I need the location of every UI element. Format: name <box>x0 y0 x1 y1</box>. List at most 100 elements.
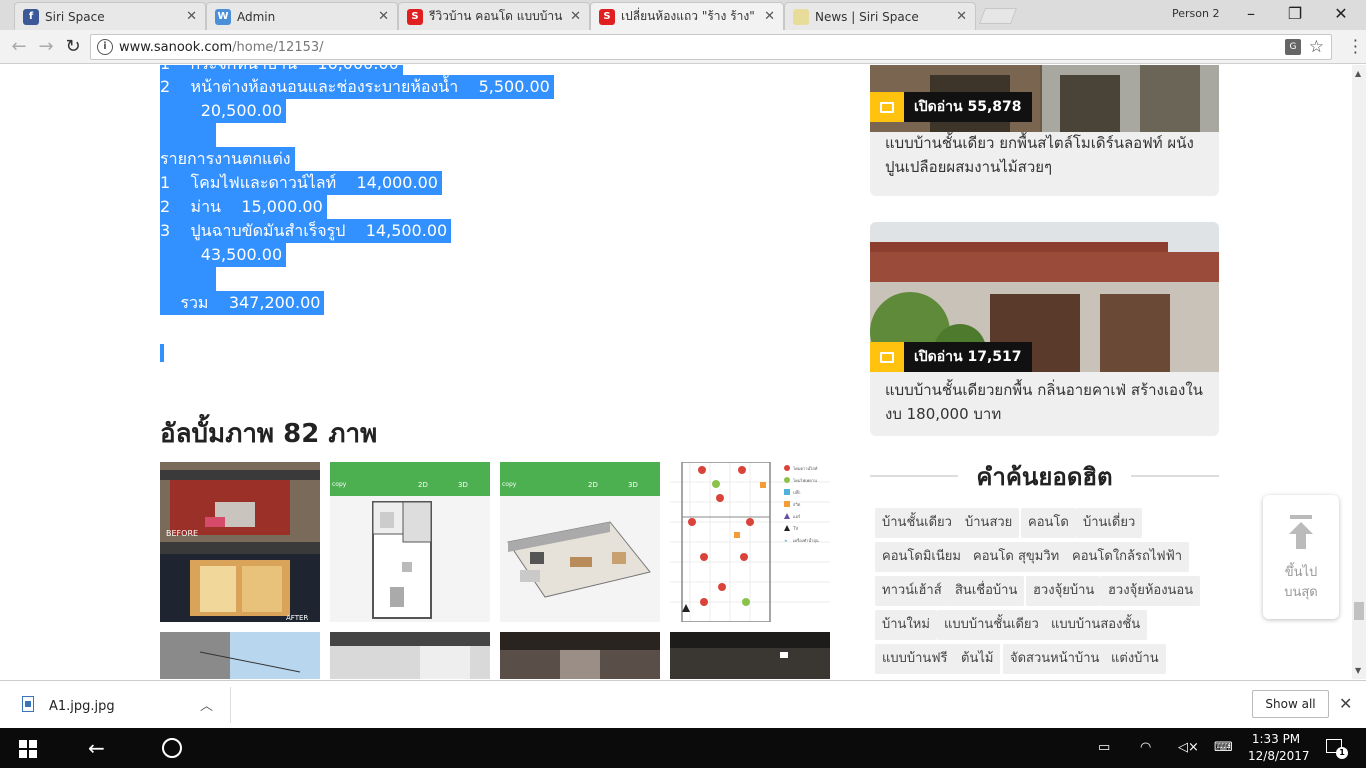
app-3d-label: 3D <box>458 481 468 489</box>
close-tab-icon[interactable]: ✕ <box>764 9 775 24</box>
system-clock[interactable]: 1:33 PM 12/8/2017 <box>1248 731 1310 765</box>
article-caption[interactable]: แบบบ้านชั้นเดียวยกพื้น กลิ่นอายคาเฟ่ สร้… <box>885 378 1207 426</box>
related-article-card[interactable]: เปิดอ่าน 17,517 แบบบ้านชั้นเดียวยกพื้น ก… <box>870 222 1219 436</box>
svg-text:★: ★ <box>784 538 788 543</box>
address-bar[interactable]: i www.sanook.com/home/12153/ G ☆ <box>90 34 1332 60</box>
tab-title: รีวิวบ้าน คอนโด แบบบ้าน แต่ง <box>429 9 564 23</box>
close-tab-icon[interactable]: ✕ <box>186 9 197 24</box>
article-line: 3 ปูนฉาบขัดมันสำเร็จรูป 14,500.00 <box>160 219 452 243</box>
page-scrollbar[interactable]: ▲ ▼ <box>1352 65 1366 679</box>
notification-center-icon[interactable]: 1 <box>1326 739 1348 759</box>
windows-start-icon[interactable] <box>19 740 37 758</box>
tab-title: Admin <box>237 9 276 24</box>
profile-label[interactable]: Person 2 <box>1172 7 1219 20</box>
tag-chip[interactable]: บ้านชั้นเดียว <box>875 508 959 538</box>
url-text[interactable]: www.sanook.com/home/12153/ <box>119 40 324 55</box>
text-selection-caret <box>160 344 164 362</box>
app-3d-label: 3D <box>628 481 638 489</box>
tab-siri-space[interactable]: f Siri Space ✕ <box>14 2 206 30</box>
related-article-card[interactable]: เปิดอ่าน 55,878 แบบบ้านชั้นเดียว ยกพื้นส… <box>870 65 1219 196</box>
tag-chip[interactable]: สินเชื่อบ้าน <box>948 576 1025 606</box>
tag-chip[interactable]: คอนโดมิเนียม <box>875 542 968 572</box>
page-icon <box>793 8 809 25</box>
reload-icon[interactable]: ↻ <box>62 36 84 57</box>
album-photo[interactable] <box>160 632 320 679</box>
album-photo-floorplan-3d[interactable]: copy 2D 3D <box>500 462 660 622</box>
tab-title: Siri Space <box>45 9 105 24</box>
translate-icon[interactable]: G <box>1285 39 1301 55</box>
facebook-icon: f <box>23 8 39 25</box>
tag-chip[interactable]: คอนโด <box>1021 508 1076 538</box>
page-content: 1 กระจกหน้าบ้าน 16,000.00 2 หน้าต่างห้อง… <box>0 65 1352 679</box>
tag-chip[interactable]: ต้นไม้ <box>954 644 1001 674</box>
new-tab-button[interactable] <box>979 8 1017 24</box>
legend-item: TV <box>792 526 798 531</box>
article-line: 20,500.00 <box>160 99 287 123</box>
show-all-button[interactable]: Show all <box>1252 690 1329 718</box>
wifi-icon[interactable]: ◠ <box>1140 740 1151 755</box>
back-to-top-label: บนสุด <box>1284 585 1318 600</box>
browser-toolbar: ← → ↻ i www.sanook.com/home/12153/ G ☆ ·… <box>0 30 1366 64</box>
article-line: 43,500.00 <box>160 243 287 267</box>
tag-chip[interactable]: บ้านเดี่ยว <box>1076 508 1143 538</box>
tab-news[interactable]: News | Siri Space ✕ <box>784 2 976 30</box>
tag-chip[interactable]: บ้านสวย <box>958 508 1020 538</box>
image-file-icon <box>22 696 34 712</box>
clock-time: 1:33 PM <box>1251 732 1301 746</box>
article-line: 1 โคมไฟและดาวน์ไลท์ 14,000.00 <box>160 171 442 195</box>
info-icon[interactable]: i <box>97 39 113 55</box>
after-label: AFTER <box>286 614 308 622</box>
download-shelf: A1.jpg.jpg ︿ Show all ✕ <box>0 680 1366 728</box>
close-shelf-icon[interactable]: ✕ <box>1339 694 1352 713</box>
tab-active-article[interactable]: S เปลี่ยนห้องแถว "ร้าง ร้าง" เป็น ✕ <box>590 2 784 30</box>
tab-strip: f Siri Space ✕ W Admin ✕ S รีวิวบ้าน คอน… <box>0 0 1366 30</box>
tag-chip[interactable]: ทาวน์เฮ้าส์ <box>875 576 949 606</box>
scroll-down-icon[interactable]: ▼ <box>1355 666 1361 675</box>
back-to-top-button[interactable]: ขึ้นไป บนสุด <box>1263 495 1339 619</box>
album-photo[interactable] <box>500 632 660 679</box>
close-window-icon[interactable]: ✕ <box>1326 4 1356 23</box>
tag-chip[interactable]: แบบบ้านฟรี <box>875 644 955 674</box>
battery-icon[interactable]: ▭ <box>1098 740 1110 755</box>
album-photo-floorplan-2d[interactable]: copy 2D 3D <box>330 462 490 622</box>
album-photo[interactable] <box>330 632 490 679</box>
article-caption[interactable]: แบบบ้านชั้นเดียว ยกพื้นสไตล์โมเดิร์นลอฟท… <box>885 131 1207 179</box>
scroll-up-icon[interactable]: ▲ <box>1355 69 1361 78</box>
scrollbar-thumb[interactable] <box>1354 602 1364 620</box>
tag-chip[interactable]: ฮวงจุ้ยห้องนอน <box>1101 576 1201 606</box>
tag-chip[interactable]: คอนโดใกล้รถไฟฟ้า <box>1065 542 1190 572</box>
tag-chip[interactable]: บ้านใหม่ <box>875 610 937 640</box>
album-photo[interactable] <box>670 632 830 679</box>
close-tab-icon[interactable]: ✕ <box>378 9 389 24</box>
app-2d-label: 2D <box>588 481 598 489</box>
album-photo-electrical-plan[interactable]: โคมดาวน์ไลท์ โคมไฟเพดาน ปลั๊ก สวิต แอร์ … <box>670 462 830 622</box>
legend-item: แอร์ <box>793 514 801 519</box>
restore-icon[interactable]: ❐ <box>1280 4 1310 23</box>
tag-chip[interactable]: แบบบ้านชั้นเดียว <box>937 610 1046 640</box>
windows-taskbar: ← ▭ ◠ ◁× ⌨ 1:33 PM 12/8/2017 1 <box>0 728 1366 768</box>
view-count: เปิดอ่าน 55,878 <box>904 92 1032 122</box>
back-arrow-icon[interactable]: ← <box>88 736 105 760</box>
tab-review[interactable]: S รีวิวบ้าน คอนโด แบบบ้าน แต่ง ✕ <box>398 2 590 30</box>
cortana-icon[interactable] <box>162 738 182 758</box>
view-count: เปิดอ่าน 17,517 <box>904 342 1032 372</box>
bookmark-star-icon[interactable]: ☆ <box>1309 37 1324 57</box>
tag-chip[interactable]: จัดสวนหน้าบ้าน <box>1003 644 1107 674</box>
forward-icon[interactable]: → <box>35 36 57 57</box>
album-photo-before-after[interactable]: BEFORE AFTER <box>160 462 320 622</box>
keyboard-icon[interactable]: ⌨ <box>1214 740 1233 755</box>
volume-muted-icon[interactable]: ◁× <box>1178 740 1199 755</box>
tag-chip[interactable]: คอนโด สุขุมวิท <box>966 542 1067 572</box>
tag-chip[interactable]: แต่งบ้าน <box>1104 644 1166 674</box>
close-tab-icon[interactable]: ✕ <box>570 9 581 24</box>
minimize-icon[interactable]: – <box>1236 4 1266 23</box>
back-icon[interactable]: ← <box>8 36 30 57</box>
download-filename[interactable]: A1.jpg.jpg <box>49 699 115 714</box>
close-tab-icon[interactable]: ✕ <box>956 9 967 24</box>
menu-icon[interactable]: · · · <box>1353 33 1358 61</box>
chevron-up-icon[interactable]: ︿ <box>200 695 213 714</box>
tag-chip[interactable]: แบบบ้านสองชั้น <box>1044 610 1148 640</box>
tab-admin[interactable]: W Admin ✕ <box>206 2 398 30</box>
tag-chip[interactable]: ฮวงจุ้ยบ้าน <box>1026 576 1102 606</box>
article-line: 2 ม่าน 15,000.00 <box>160 195 327 219</box>
